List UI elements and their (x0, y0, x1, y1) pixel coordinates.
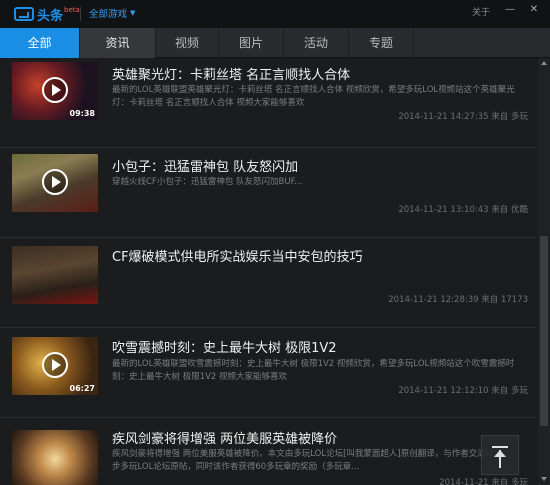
back-to-top-button[interactable] (481, 435, 519, 475)
close-button[interactable]: ✕ (527, 3, 541, 17)
tab-video[interactable]: 视频 (156, 28, 219, 58)
title-bar: 头条 beta 全部游戏 ▼ 关于 — ✕ (0, 0, 550, 28)
play-icon[interactable] (42, 77, 68, 103)
video-duration: 09:38 (69, 109, 95, 118)
logo-beta-badge: beta (64, 6, 80, 14)
play-icon[interactable] (42, 352, 68, 378)
news-feed: 09:38 英雄聚光灯：卡莉丝塔 名正言顺找人合体 最新的LOL英雄联盟英雄聚光… (0, 58, 536, 485)
feed-item[interactable]: 06:27 吹雪震撼时刻：史上最牛大树 极限1V2 最新的LOL英雄联盟吹雪震撼… (0, 328, 536, 418)
game-filter-label: 全部游戏 (89, 9, 128, 20)
tab-topics[interactable]: 专题 (349, 28, 414, 58)
back-to-top-icon (492, 446, 508, 448)
tab-images[interactable]: 图片 (219, 28, 284, 58)
logo-icon (14, 7, 34, 21)
app-logo[interactable]: 头条 beta (14, 5, 80, 24)
feed-item[interactable]: 疾风剑豪将得增强 两位美服英雄被降价 疾风剑豪将得增强 两位美服英雄被降价。本文… (0, 418, 536, 485)
item-description: 最新的LOL英雄联盟吹雪震撼时刻：史上最牛大树 极限1V2 视频欣赏，希望多玩L… (112, 359, 515, 382)
scroll-up-icon[interactable] (541, 61, 547, 65)
play-icon[interactable] (42, 169, 68, 195)
item-description: 疾风剑豪将得增强 两位美服英雄被降价。本文由多玩LOL论坛[叫我蒙面超人]原创翻… (112, 449, 503, 472)
image-thumbnail[interactable] (12, 246, 98, 304)
item-description: 穿越火线CF小包子：迅猛雷神包 队友怒闪加BUF... (112, 177, 303, 187)
game-filter-dropdown[interactable]: 全部游戏 ▼ (89, 6, 135, 20)
item-title[interactable]: 吹雪震撼时刻：史上最牛大树 极限1V2 (112, 337, 337, 356)
title-divider (80, 7, 81, 21)
item-meta: 2014-11-21 12:12:10 来自 多玩 (398, 386, 528, 396)
tab-all[interactable]: 全部 (0, 28, 80, 58)
item-meta: 2014-11-21 14:27:35 来自 多玩 (398, 112, 528, 122)
tab-news[interactable]: 资讯 (80, 28, 156, 58)
item-title[interactable]: CF爆破模式供电所实战娱乐当中安包的技巧 (112, 246, 363, 265)
category-tabs: 全部 资讯 视频 图片 活动 专题 (0, 28, 550, 58)
item-title[interactable]: 疾风剑豪将得增强 两位美服英雄被降价 (112, 428, 337, 447)
item-meta: 2014-11-21 来自 多玩 (439, 478, 528, 485)
chevron-down-icon: ▼ (130, 9, 136, 17)
scroll-down-icon[interactable] (541, 477, 547, 481)
about-link[interactable]: 关于 (472, 5, 490, 18)
video-duration: 06:27 (69, 384, 95, 393)
feed-item[interactable]: CF爆破模式供电所实战娱乐当中安包的技巧 2014-11-21 12:28:39… (0, 238, 536, 328)
tab-events[interactable]: 活动 (284, 28, 349, 58)
item-description: 最新的LOL英雄联盟英雄聚光灯：卡莉丝塔 名正言顺找人合体 视频欣赏，希望多玩L… (112, 85, 515, 108)
video-thumbnail[interactable] (12, 154, 98, 212)
image-thumbnail[interactable] (12, 430, 98, 485)
item-title[interactable]: 小包子：迅猛雷神包 队友怒闪加 (112, 156, 298, 175)
video-thumbnail[interactable]: 06:27 (12, 337, 98, 395)
item-meta: 2014-11-21 13:10:43 来自 优酷 (398, 205, 528, 215)
video-thumbnail[interactable]: 09:38 (12, 62, 98, 120)
item-title[interactable]: 英雄聚光灯：卡莉丝塔 名正言顺找人合体 (112, 64, 350, 83)
feed-item[interactable]: 09:38 英雄聚光灯：卡莉丝塔 名正言顺找人合体 最新的LOL英雄联盟英雄聚光… (0, 58, 536, 148)
scrollbar-thumb[interactable] (540, 236, 548, 426)
item-meta: 2014-11-21 12:28:39 来自 17173 (388, 295, 528, 305)
minimize-button[interactable]: — (503, 3, 517, 17)
feed-item[interactable]: 小包子：迅猛雷神包 队友怒闪加 穿越火线CF小包子：迅猛雷神包 队友怒闪加BUF… (0, 148, 536, 238)
logo-text: 头条 (37, 8, 64, 24)
